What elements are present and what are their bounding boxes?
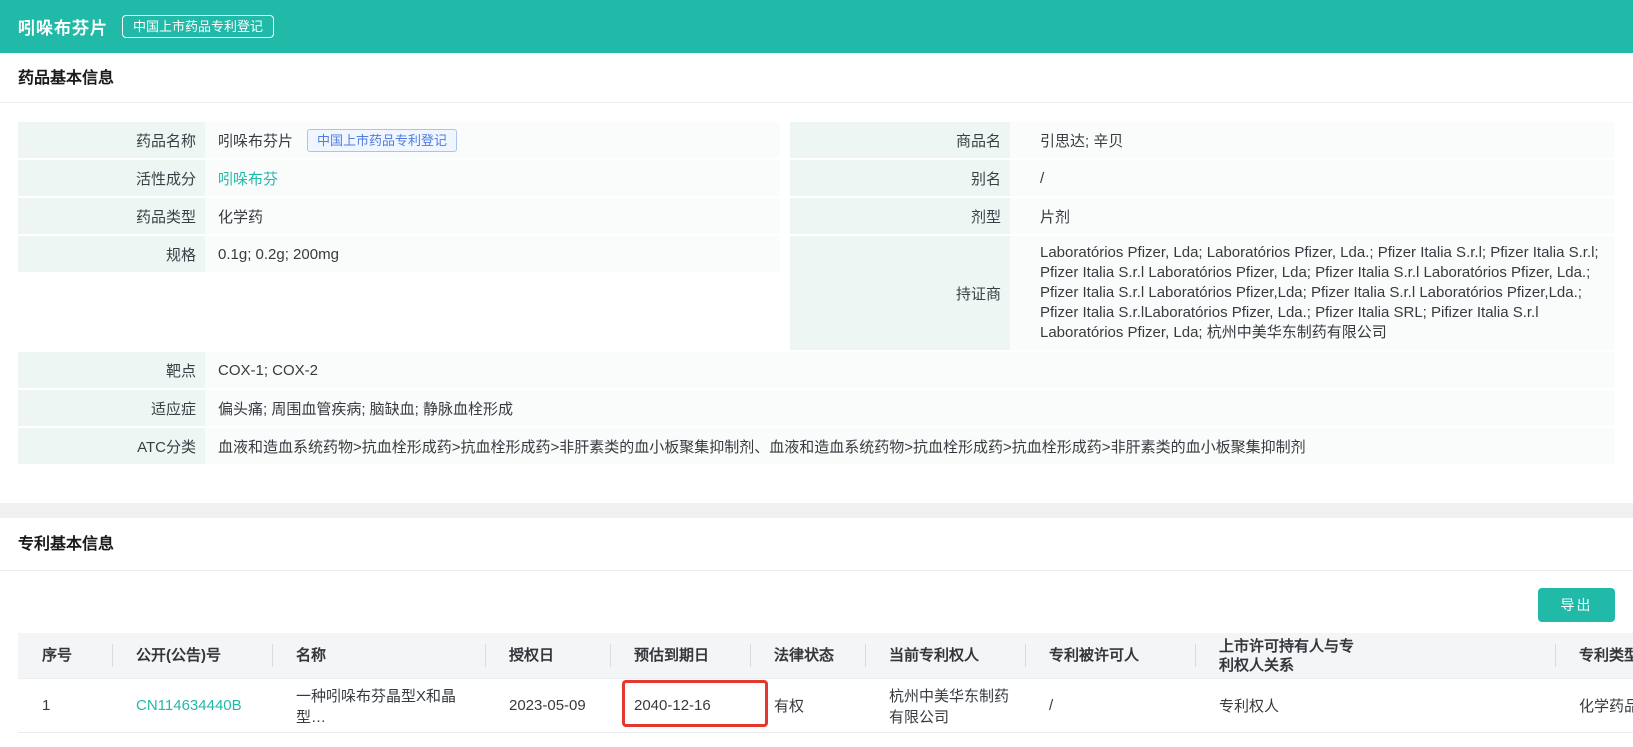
cell-index: 1 [18,678,112,733]
cell-grant-date: 2023-05-09 [485,678,610,733]
indication-row: 适应症 偏头痛; 周围血管疾病; 脑缺血; 静脉血栓形成 [18,390,1615,426]
info-label: 别名 [790,160,1010,196]
drug-info-right-column: 商品名 引思达; 辛贝 别名 / 剂型 片剂 持证商 Laboratórios … [790,122,1615,352]
specification-row: 规格 0.1g; 0.2g; 200mg [18,236,780,272]
col-header-estimated-expiry: 预估到期日 [610,633,750,678]
col-header-patent-type: 专利类型 [1555,633,1633,678]
info-label: 规格 [18,236,205,272]
info-label: 靶点 [18,352,205,388]
atc-classification-row: ATC分类 血液和造血系统药物>抗血栓形成药>抗血栓形成药>非肝素类的血小板聚集… [18,428,1615,464]
section-gap [0,503,1633,518]
patent-table-header: 序号 公开(公告)号 名称 授权日 预估到期日 法律状态 当前专利权人 专利被许… [18,633,1633,678]
registration-badge: 中国上市药品专利登记 [122,15,274,38]
info-value: Laboratórios Pfizer, Lda; Laboratórios P… [1010,236,1615,350]
section-divider [0,570,1633,571]
section-title-patent-info: 专利基本信息 [18,518,1615,556]
cell-licensee: / [1025,678,1195,733]
info-value: / [1010,160,1615,196]
table-row: 1 CN114634440B 一种吲哚布芬晶型X和晶型… 2023-05-09 … [18,678,1633,733]
cell-patentee: 杭州中美华东制药有限公司 [865,678,1025,733]
export-button[interactable]: 导出 [1538,588,1615,622]
page-title: 吲哚布芬片 [18,14,108,39]
drug-name-row: 药品名称 吲哚布芬片 中国上市药品专利登记 [18,122,780,158]
col-header-publication-number: 公开(公告)号 [112,633,272,678]
info-value: 血液和造血系统药物>抗血栓形成药>抗血栓形成药>非肝素类的血小板聚集抑制剂、血液… [205,428,1615,464]
cell-legal-status: 有权 [750,678,865,733]
info-value: COX-1; COX-2 [205,352,1615,388]
cell-holder-relation: 专利权人 [1195,678,1555,733]
info-label: 活性成分 [18,160,205,196]
alias-row: 别名 / [790,160,1615,196]
info-label: 商品名 [790,122,1010,158]
patent-number-link[interactable]: CN114634440B [136,697,242,714]
info-label: 药品名称 [18,122,205,158]
info-value: 0.1g; 0.2g; 200mg [205,236,780,272]
info-label: 药品类型 [18,198,205,234]
cell-patent-number: CN114634440B [112,678,272,733]
info-value: 化学药 [205,198,780,234]
section-divider [0,102,1633,103]
col-header-grant-date: 授权日 [485,633,610,678]
info-value: 吲哚布芬 [205,160,780,196]
patent-registration-tag[interactable]: 中国上市药品专利登记 [307,129,457,152]
dosage-form-row: 剂型 片剂 [790,198,1615,234]
col-header-legal-status: 法律状态 [750,633,865,678]
license-holder-text: Laboratórios Pfizer, Lda; Laboratórios P… [1040,244,1599,341]
info-value: 偏头痛; 周围血管疾病; 脑缺血; 静脉血栓形成 [205,390,1615,426]
app-header: 吲哚布芬片 中国上市药品专利登记 [0,0,1633,53]
info-value: 片剂 [1010,198,1615,234]
license-holder-row: 持证商 Laboratórios Pfizer, Lda; Laboratóri… [790,236,1615,350]
active-ingredient-row: 活性成分 吲哚布芬 [18,160,780,196]
patent-info-card: 专利基本信息 导出 序号 公开(公告)号 名称 授权日 预估到期日 法律状态 当… [0,518,1633,747]
col-header-index: 序号 [18,633,112,678]
drug-info-card: 药品基本信息 药品名称 吲哚布芬片 中国上市药品专利登记 活性成分 吲哚布芬 [0,53,1633,503]
section-title-drug-info: 药品基本信息 [18,53,1615,90]
target-row: 靶点 COX-1; COX-2 [18,352,1615,388]
col-header-name: 名称 [272,633,485,678]
col-header-holder-patentee-relation: 上市许可持有人与专利权人关系 [1195,633,1555,678]
info-label: 剂型 [790,198,1010,234]
cell-estimated-expiry: 2040-12-16 [610,678,750,733]
cell-name: 一种吲哚布芬晶型X和晶型… [272,678,485,733]
drug-info-full-rows: 靶点 COX-1; COX-2 适应症 偏头痛; 周围血管疾病; 脑缺血; 静脉… [18,352,1615,464]
drug-type-row: 药品类型 化学药 [18,198,780,234]
info-label: 适应症 [18,390,205,426]
drug-name-value: 吲哚布芬片 [218,130,293,151]
patent-table: 序号 公开(公告)号 名称 授权日 预估到期日 法律状态 当前专利权人 专利被许… [18,633,1633,733]
col-header-licensee: 专利被许可人 [1025,633,1195,678]
active-ingredient-link[interactable]: 吲哚布芬 [218,168,278,189]
info-value: 引思达; 辛贝 [1010,122,1615,158]
col-header-current-patentee: 当前专利权人 [865,633,1025,678]
info-label: ATC分类 [18,428,205,464]
drug-info-left-column: 药品名称 吲哚布芬片 中国上市药品专利登记 活性成分 吲哚布芬 药品类型 化学药 [18,122,780,274]
cell-patent-type: 化学药品 [1555,678,1633,733]
trade-name-row: 商品名 引思达; 辛贝 [790,122,1615,158]
info-label: 持证商 [790,236,1010,350]
info-value: 吲哚布芬片 中国上市药品专利登记 [205,122,780,158]
